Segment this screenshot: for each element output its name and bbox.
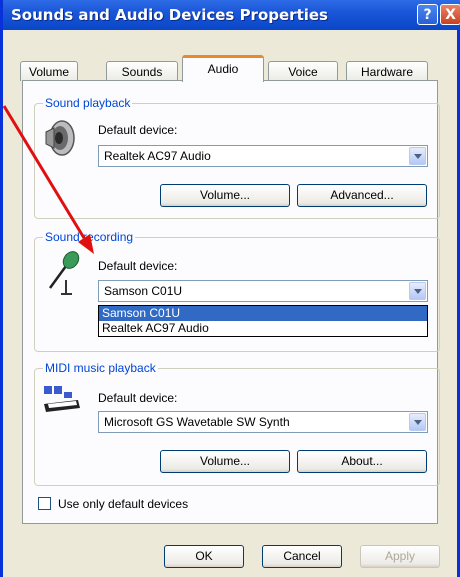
midi-device-value: Microsoft GS Wavetable SW Synth	[104, 415, 290, 429]
playback-advanced-button[interactable]: Advanced...	[297, 184, 427, 207]
speaker-icon	[45, 120, 75, 156]
help-button[interactable]: ?	[417, 4, 438, 25]
microphone-icon	[48, 251, 80, 295]
title-bar[interactable]: Sounds and Audio Devices Properties ? X	[3, 0, 460, 30]
keyboard-icon	[44, 386, 80, 412]
cancel-button[interactable]: Cancel	[262, 545, 342, 568]
chevron-down-icon[interactable]	[409, 147, 426, 165]
group-title: MIDI music playback	[43, 361, 158, 375]
midi-volume-button[interactable]: Volume...	[160, 450, 290, 473]
recording-device-dropdown[interactable]: Samson C01U Realtek AC97 Audio	[98, 305, 428, 337]
group-title: Sound playback	[43, 96, 133, 110]
recording-device-value: Samson C01U	[104, 284, 183, 298]
playback-volume-button[interactable]: Volume...	[160, 184, 290, 207]
ok-button[interactable]: OK	[164, 545, 244, 568]
playback-device-value: Realtek AC97 Audio	[104, 149, 211, 163]
midi-about-button[interactable]: About...	[297, 450, 427, 473]
playback-device-select[interactable]: Realtek AC97 Audio	[98, 145, 428, 167]
playback-default-label: Default device:	[98, 123, 178, 137]
midi-device-select[interactable]: Microsoft GS Wavetable SW Synth	[98, 411, 428, 433]
tab-audio[interactable]: Audio	[182, 55, 264, 82]
use-only-default-checkbox[interactable]	[38, 497, 51, 510]
group-title: Sound recording	[43, 230, 136, 244]
chevron-down-icon[interactable]	[409, 282, 426, 300]
dropdown-option-realtek[interactable]: Realtek AC97 Audio	[99, 321, 427, 336]
window-title: Sounds and Audio Devices Properties	[11, 6, 328, 24]
tab-voice[interactable]: Voice	[268, 61, 338, 81]
chevron-down-icon[interactable]	[409, 413, 426, 431]
recording-device-select[interactable]: Samson C01U	[98, 280, 428, 302]
apply-button[interactable]: Apply	[360, 545, 440, 568]
close-button[interactable]: X	[440, 4, 460, 25]
dropdown-option-samson[interactable]: Samson C01U	[99, 306, 427, 321]
tab-volume[interactable]: Volume	[20, 61, 78, 81]
tab-sounds[interactable]: Sounds	[106, 61, 178, 81]
midi-default-label: Default device:	[98, 391, 178, 405]
tab-hardware[interactable]: Hardware	[346, 61, 428, 81]
recording-default-label: Default device:	[98, 259, 178, 273]
use-only-default-label[interactable]: Use only default devices	[58, 497, 188, 511]
